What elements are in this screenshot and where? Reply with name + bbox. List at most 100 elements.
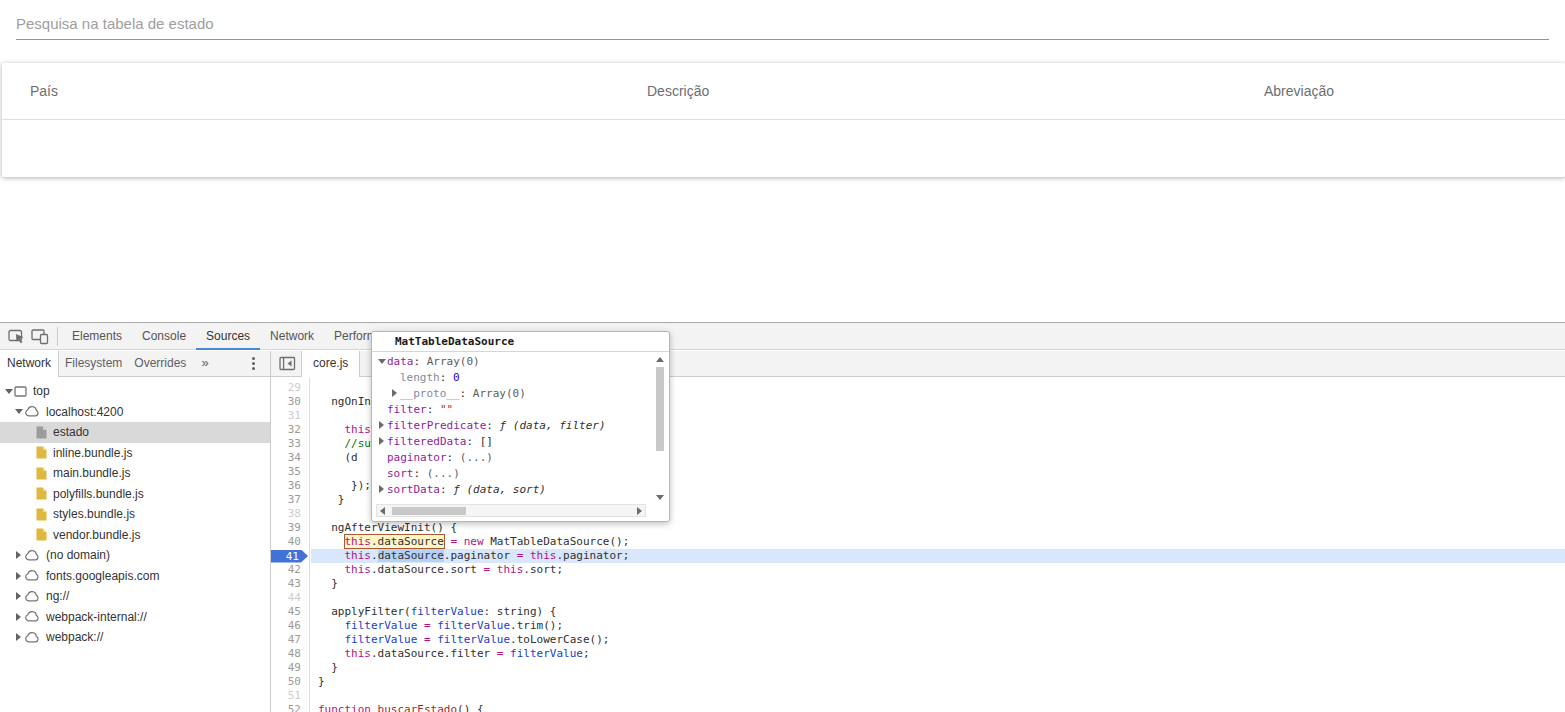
gutter-line-48[interactable]: 48 (271, 647, 309, 661)
table-header-row: PaísDescriçãoAbreviação (2, 63, 1565, 120)
more-options-icon[interactable] (252, 357, 255, 372)
gutter-line-30[interactable]: 30 (271, 395, 309, 409)
popup-property-filterPredicate[interactable]: filterPredicate: ƒ (data, filter) (372, 417, 669, 433)
collapsed-arrow-icon[interactable] (376, 437, 387, 445)
gutter-line-35[interactable]: 35 (271, 465, 309, 479)
gutter-line-49[interactable]: 49 (271, 661, 309, 675)
collapsed-arrow-icon[interactable] (389, 389, 400, 397)
code-line-48[interactable]: this.dataSource.filter = filterValue; (311, 647, 1565, 661)
tree-item-vendor-bundle-js[interactable]: vendor.bundle.js (0, 525, 270, 546)
subtab-filesystem[interactable]: Filesystem (59, 351, 128, 377)
code-line-41[interactable]: this.dataSource.paginator = this.paginat… (311, 549, 1565, 563)
popup-property-filteredData[interactable]: filteredData: [] (372, 433, 669, 449)
file-yellow-icon (36, 467, 47, 480)
gutter-line-47[interactable]: 47 (271, 633, 309, 647)
gutter-line-40[interactable]: 40 (271, 535, 309, 549)
tree-item-inline-bundle-js[interactable]: inline.bundle.js (0, 443, 270, 464)
subtab-overrides[interactable]: Overrides (128, 351, 192, 377)
tree-item-localhost-4200[interactable]: localhost:4200 (0, 402, 270, 423)
property-name: __proto__ (400, 387, 460, 400)
code-line-50[interactable]: } (311, 675, 1565, 689)
code-line-44[interactable] (311, 591, 1565, 605)
breakpoint-marker[interactable]: 41 (271, 550, 308, 563)
tree-item-styles-bundle-js[interactable]: styles.bundle.js (0, 504, 270, 525)
gutter-line-36[interactable]: 36 (271, 479, 309, 493)
tab-network[interactable]: Network (260, 323, 324, 350)
code-line-45[interactable]: applyFilter(filterValue: string) { (311, 605, 1565, 619)
popup-horizontal-scrollbar[interactable] (376, 504, 646, 517)
tree-item-label: localhost:4200 (46, 405, 123, 419)
code-line-40[interactable]: this.dataSource = new MatTableDataSource… (311, 535, 1565, 549)
tree-item-label: fonts.googleapis.com (46, 569, 159, 583)
gutter-line-46[interactable]: 46 (271, 619, 309, 633)
popup-property-sortData[interactable]: sortData: ƒ (data, sort) (372, 481, 669, 497)
gutter-line-42[interactable]: 42 (271, 563, 309, 577)
code-line-51[interactable] (311, 689, 1565, 703)
gutter-line-41[interactable]: 41 (271, 549, 309, 563)
tab-console[interactable]: Console (132, 323, 196, 350)
tree-item--no-domain-[interactable]: (no domain) (0, 545, 270, 566)
expanded-arrow-icon[interactable] (3, 389, 14, 394)
code-line-46[interactable]: filterValue = filterValue.trim(); (311, 619, 1565, 633)
collapsed-arrow-icon[interactable] (376, 421, 387, 429)
gutter-line-37[interactable]: 37 (271, 493, 309, 507)
popup-property-data[interactable]: data: Array(0) (372, 353, 669, 369)
gutter-line-44[interactable]: 44 (271, 591, 309, 605)
inspect-icon[interactable] (8, 328, 26, 345)
tree-item-webpack-[interactable]: webpack:// (0, 627, 270, 648)
code-line-42[interactable]: this.dataSource.sort = this.sort; (311, 563, 1565, 577)
gutter-line-39[interactable]: 39 (271, 521, 309, 535)
gutter-line-33[interactable]: 33 (271, 437, 309, 451)
expanded-arrow-icon[interactable] (13, 409, 24, 414)
tree-item-webpack-internal-[interactable]: webpack-internal:// (0, 607, 270, 628)
code-line-43[interactable]: } (311, 577, 1565, 591)
gutter-line-31[interactable]: 31 (271, 409, 309, 423)
tree-item-main-bundle-js[interactable]: main.bundle.js (0, 463, 270, 484)
tree-item-estado[interactable]: estado (0, 422, 270, 443)
devtools-toolbar: ElementsConsoleSourcesNetworkPerformance (0, 323, 1565, 350)
property-value: ƒ (data, sort) (453, 483, 546, 496)
code-line-47[interactable]: filterValue = filterValue.toLowerCase(); (311, 633, 1565, 647)
tree-item-label: inline.bundle.js (53, 446, 132, 460)
gutter-line-29[interactable]: 29 (271, 381, 309, 395)
gutter-line-51[interactable]: 51 (271, 689, 309, 703)
collapsed-arrow-icon[interactable] (13, 613, 24, 621)
gutter-line-52[interactable]: 52 (271, 703, 309, 712)
collapsed-arrow-icon[interactable] (13, 633, 24, 641)
subtab-network[interactable]: Network (0, 351, 59, 377)
frame-icon (14, 386, 27, 397)
collapsed-arrow-icon[interactable] (376, 485, 387, 493)
file-navigator-tree: top localhost:4200 estado inline.bundle.js m… (0, 378, 270, 712)
code-line-52[interactable]: function buscarEstado() { (311, 703, 1565, 712)
collapsed-arrow-icon[interactable] (13, 572, 24, 580)
gutter-line-45[interactable]: 45 (271, 605, 309, 619)
code-line-39[interactable]: ngAfterViewInit() { (311, 521, 1565, 535)
gutter-line-34[interactable]: 34 (271, 451, 309, 465)
property-value: [] (480, 435, 493, 448)
more-tabs-chevron[interactable]: » (192, 351, 217, 377)
gutter-line-50[interactable]: 50 (271, 675, 309, 689)
tab-elements[interactable]: Elements (62, 323, 132, 350)
gutter-line-32[interactable]: 32 (271, 423, 309, 437)
device-toolbar-icon[interactable] (31, 328, 49, 345)
popup-vertical-scrollbar[interactable] (654, 355, 666, 502)
collapsed-arrow-icon[interactable] (13, 551, 24, 559)
tree-item-label: polyfills.bundle.js (53, 487, 144, 501)
gutter-line-43[interactable]: 43 (271, 577, 309, 591)
tree-item-fonts-googleapis-com[interactable]: fonts.googleapis.com (0, 566, 270, 587)
tree-item-ng-[interactable]: ng:// (0, 586, 270, 607)
devtools-panel: ElementsConsoleSourcesNetworkPerformance… (0, 322, 1565, 712)
popup-property-proto[interactable]: __proto__: Array(0) (372, 385, 669, 401)
cloud-icon (24, 406, 40, 417)
tab-sources[interactable]: Sources (196, 323, 260, 350)
expanded-arrow-icon[interactable] (376, 359, 387, 364)
tree-item-polyfills-bundle-js[interactable]: polyfills.bundle.js (0, 484, 270, 505)
column-header-0: País (30, 63, 58, 120)
gutter-line-38[interactable]: 38 (271, 507, 309, 521)
code-line-49[interactable]: } (311, 661, 1565, 675)
editor-tab-corejs[interactable]: core.js (301, 351, 360, 377)
collapsed-arrow-icon[interactable] (13, 592, 24, 600)
tree-item-top[interactable]: top (0, 381, 270, 402)
search-input[interactable] (16, 8, 1549, 40)
hide-navigator-icon[interactable] (279, 356, 297, 371)
